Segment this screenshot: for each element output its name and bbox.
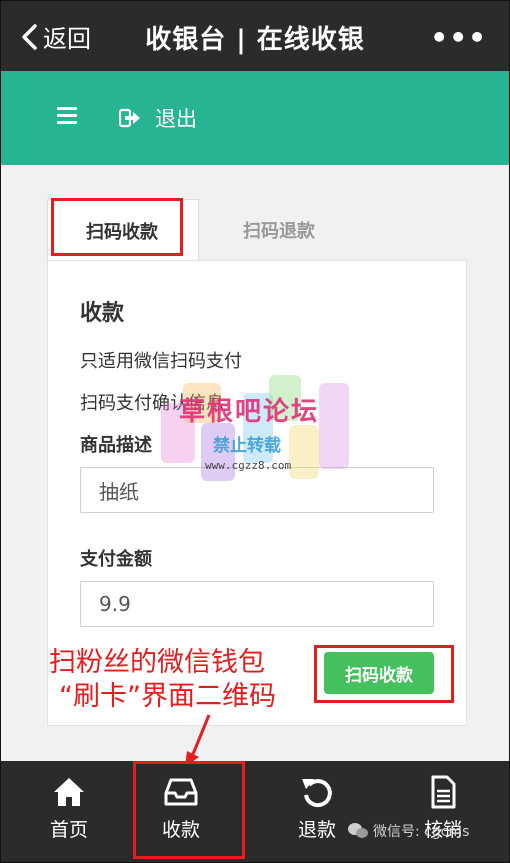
highlight-box-tab [51, 198, 183, 256]
home-icon [54, 778, 84, 806]
watermark-title: 草根吧论坛 [179, 397, 320, 427]
wechat-watermark: 微信号: cgcms [347, 821, 469, 841]
watermark-subtitle: 禁止转载 [213, 436, 281, 456]
wechat-id-text: 微信号: cgcms [373, 824, 470, 840]
watermark-url: www.cgzz8.com [205, 459, 292, 472]
info-text-1: 只适用微信扫码支付 [80, 351, 242, 372]
wechat-icon [348, 823, 368, 838]
nav-bar: 退出 [1, 71, 509, 165]
app-frame: 返回 收银台 | 在线收银 ••• 退出 扫码收款 扫码退款 收款 只适用微信扫… [0, 0, 510, 863]
logout-label: 退出 [155, 107, 197, 131]
highlight-box-bottom-nav [133, 761, 245, 859]
menu-icon[interactable] [57, 107, 77, 128]
bottom-nav-home-label: 首页 [49, 819, 88, 841]
annotation-line-1: 扫粉丝的微信钱包 [49, 647, 265, 678]
description-label: 商品描述 [80, 435, 152, 456]
tab-scan-refund[interactable]: 扫码退款 [243, 217, 315, 243]
undo-icon [302, 779, 332, 808]
highlight-box-button [314, 645, 454, 703]
bottom-nav-home[interactable]: 首页 [19, 775, 119, 842]
sign-out-icon [119, 108, 140, 128]
section-title: 收款 [80, 301, 125, 326]
document-icon [431, 775, 456, 809]
top-bar: 返回 收银台 | 在线收银 ••• [1, 1, 509, 71]
annotation-line-2: “刷卡”界面二维码 [59, 681, 276, 712]
bottom-nav: 首页 收款 退款 核销 微信号: cgcms [1, 761, 509, 862]
amount-field[interactable] [80, 581, 434, 627]
forum-watermark: 草根吧论坛 禁止转载 www.cgzz8.com [161, 373, 351, 493]
amount-label: 支付金额 [80, 549, 152, 570]
logout-button[interactable]: 退出 [119, 103, 197, 133]
more-menu-button[interactable]: ••• [430, 21, 487, 54]
